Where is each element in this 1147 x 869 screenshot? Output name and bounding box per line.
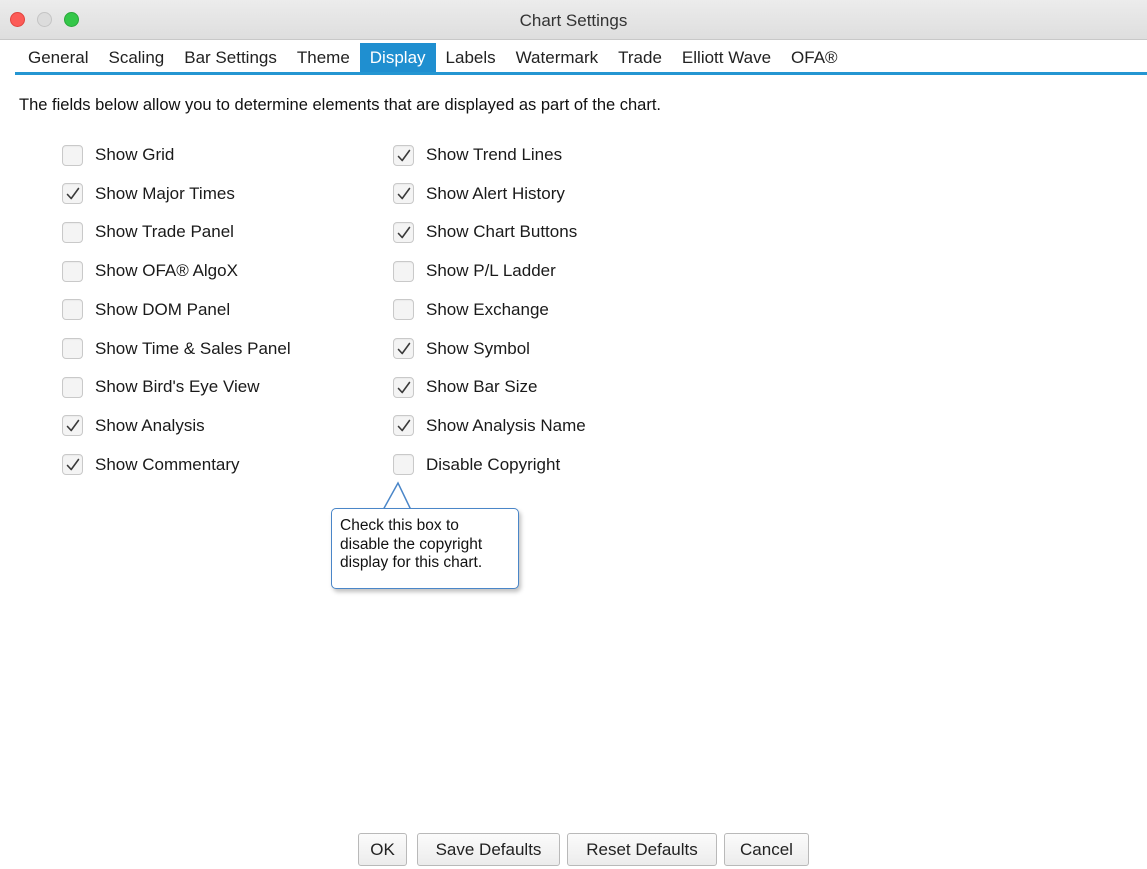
tooltip-pointer xyxy=(383,481,413,511)
checkbox-label: Show Bar Size xyxy=(426,377,538,397)
checkbox-box[interactable] xyxy=(393,454,414,476)
checkbox-box[interactable] xyxy=(393,415,414,437)
tab-display[interactable]: Display xyxy=(359,43,436,72)
window-title-bar: Chart Settings xyxy=(0,0,1147,40)
tooltip-line: disable the copyright xyxy=(340,535,483,553)
checkbox-label: Show Analysis xyxy=(95,415,205,435)
tab-elliott-wave[interactable]: Elliott Wave xyxy=(672,43,781,72)
tab-labels[interactable]: Labels xyxy=(436,43,506,72)
tab-theme[interactable]: Theme xyxy=(287,43,360,72)
checkbox-label: Show DOM Panel xyxy=(95,299,231,319)
checkbox-show-exchange[interactable]: Show Exchange xyxy=(393,297,549,323)
reset-defaults-button[interactable]: Reset Defaults xyxy=(567,833,717,866)
checkbox-box[interactable] xyxy=(393,260,414,282)
checkbox-show-ofa-algox[interactable]: Show OFA® AlgoX xyxy=(62,258,238,284)
checkbox-label: Disable Copyright xyxy=(426,454,561,474)
checkmark-icon xyxy=(397,381,411,393)
checkbox-box[interactable] xyxy=(62,299,83,321)
checkbox-label: Show Major Times xyxy=(95,183,235,203)
checkbox-box[interactable] xyxy=(393,376,414,398)
checkbox-show-commentary[interactable]: Show Commentary xyxy=(62,452,240,478)
checkmark-icon xyxy=(397,342,411,355)
checkbox-box[interactable] xyxy=(393,183,414,205)
checkbox-box[interactable] xyxy=(393,144,414,166)
checkbox-box[interactable] xyxy=(62,221,83,243)
checkbox-show-trend-lines[interactable]: Show Trend Lines xyxy=(393,142,562,168)
checkbox-label: Show Commentary xyxy=(95,454,240,474)
checkmark-icon xyxy=(397,149,411,161)
checkbox-box[interactable] xyxy=(62,144,83,166)
checkbox-show-dom-panel[interactable]: Show DOM Panel xyxy=(62,297,230,323)
checkbox-show-bird-s-eye-view[interactable]: Show Bird's Eye View xyxy=(62,374,260,400)
tab-bar-settings[interactable]: Bar Settings xyxy=(174,43,287,72)
ok-button[interactable]: OK xyxy=(358,833,407,866)
tab-watermark[interactable]: Watermark xyxy=(506,43,609,72)
tab-trade[interactable]: Trade xyxy=(608,43,672,72)
checkbox-label: Show Time & Sales Panel xyxy=(95,338,291,358)
display-description: The fields below allow you to determine … xyxy=(19,96,662,114)
checkbox-label: Show OFA® AlgoX xyxy=(95,261,238,281)
checkbox-box[interactable] xyxy=(393,338,414,359)
checkmark-icon xyxy=(397,226,411,239)
checkbox-box[interactable] xyxy=(62,376,83,398)
checkmark-icon xyxy=(66,420,80,432)
checkbox-show-analysis[interactable]: Show Analysis xyxy=(62,413,205,439)
checkbox-box[interactable] xyxy=(62,454,83,476)
tab-ofa[interactable]: OFA® xyxy=(781,43,848,72)
checkbox-show-bar-size[interactable]: Show Bar Size xyxy=(393,374,538,400)
settings-tab-bar: General Scaling Bar Settings Theme Display La… xyxy=(15,43,1147,75)
checkbox-label: Show Trade Panel xyxy=(95,222,234,242)
checkmark-icon xyxy=(397,420,411,432)
tooltip-line: display for this chart. xyxy=(340,554,483,571)
window-title: Chart Settings xyxy=(519,11,628,30)
save-defaults-button[interactable]: Save Defaults xyxy=(417,833,560,866)
checkbox-box[interactable] xyxy=(393,221,414,243)
checkbox-label: Show Chart Buttons xyxy=(426,222,578,242)
checkbox-show-analysis-name[interactable]: Show Analysis Name xyxy=(393,413,586,439)
checkbox-show-alert-history[interactable]: Show Alert History xyxy=(393,181,565,207)
checkbox-box[interactable] xyxy=(62,183,83,205)
checkbox-label: Show Trend Lines xyxy=(426,145,563,164)
checkbox-show-time-sales-panel[interactable]: Show Time & Sales Panel xyxy=(62,336,291,362)
checkbox-show-symbol[interactable]: Show Symbol xyxy=(393,336,530,362)
cancel-button[interactable]: Cancel xyxy=(724,833,809,866)
checkbox-label: Show Grid xyxy=(95,145,175,164)
checkmark-icon xyxy=(397,187,411,200)
checkbox-label: Show Analysis Name xyxy=(426,415,586,435)
checkbox-label: Show Bird's Eye View xyxy=(95,377,260,397)
checkmark-icon xyxy=(66,458,80,471)
checkbox-label: Show Exchange xyxy=(426,299,549,319)
checkmark-icon xyxy=(66,187,80,200)
tab-general[interactable]: General xyxy=(15,43,98,72)
dialog-button-bar: OK Save Defaults Reset Defaults Cancel xyxy=(0,833,1147,867)
tab-scaling[interactable]: Scaling xyxy=(98,43,174,72)
checkbox-show-chart-buttons[interactable]: Show Chart Buttons xyxy=(393,219,577,245)
checkbox-show-grid[interactable]: Show Grid xyxy=(62,142,174,168)
checkbox-show-p-l-ladder[interactable]: Show P/L Ladder xyxy=(393,258,556,284)
checkbox-box[interactable] xyxy=(62,415,83,437)
copyright-tooltip: Check this box to disable the copyright … xyxy=(331,508,519,589)
checkbox-show-trade-panel[interactable]: Show Trade Panel xyxy=(62,219,234,245)
checkbox-label: Show Symbol xyxy=(426,338,530,358)
checkbox-label: Show P/L Ladder xyxy=(426,261,556,281)
tooltip-line: Check this box to xyxy=(340,517,459,534)
checkbox-label: Show Alert History xyxy=(426,183,565,203)
checkbox-box[interactable] xyxy=(62,338,83,359)
checkbox-box[interactable] xyxy=(393,299,414,321)
checkbox-disable-copyright[interactable]: Disable Copyright xyxy=(393,452,560,478)
checkbox-box[interactable] xyxy=(62,260,83,282)
checkbox-show-major-times[interactable]: Show Major Times xyxy=(62,181,235,207)
